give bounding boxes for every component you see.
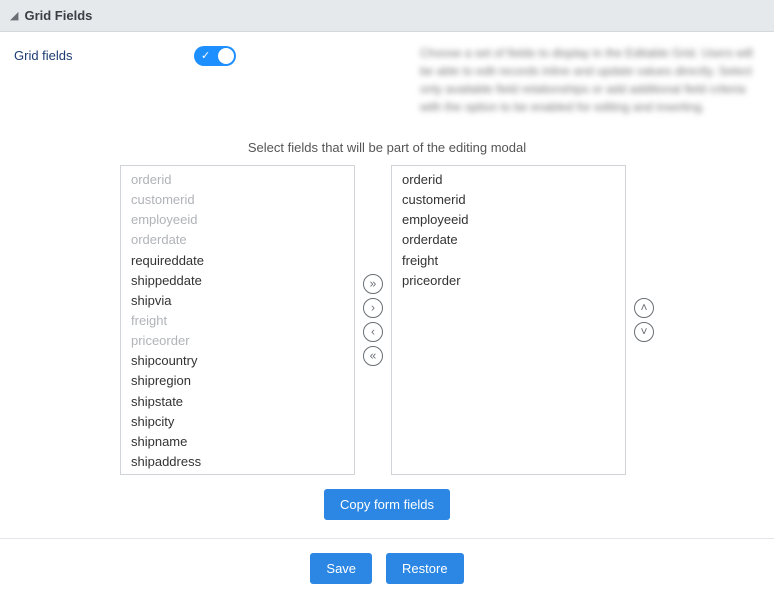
remove-all-button[interactable]: «: [363, 346, 383, 366]
restore-button[interactable]: Restore: [386, 553, 464, 584]
list-item[interactable]: shippeddate: [129, 271, 346, 291]
section-content: Grid fields Choose a set of fields to di…: [0, 32, 774, 538]
order-controls: ˄ ˅: [634, 298, 654, 342]
list-item: orderid: [129, 170, 346, 190]
selected-fields-list[interactable]: orderidcustomeridemployeeidorderdatefrei…: [391, 165, 626, 475]
move-up-button[interactable]: ˄: [634, 298, 654, 318]
remove-button[interactable]: ‹: [363, 322, 383, 342]
toggle-label: Grid fields: [14, 44, 174, 63]
toggle-wrap: [194, 44, 236, 69]
chevron-left-icon: ‹: [371, 326, 375, 338]
chevron-down-icon: ˅: [640, 326, 647, 338]
add-all-button[interactable]: »: [363, 274, 383, 294]
available-fields-list[interactable]: orderidcustomeridemployeeidorderdaterequ…: [120, 165, 355, 475]
section-title: Grid Fields: [24, 8, 92, 23]
list-item: freight: [129, 311, 346, 331]
chevron-double-left-icon: «: [370, 350, 377, 362]
save-button[interactable]: Save: [310, 553, 372, 584]
footer-actions: Save Restore: [0, 538, 774, 598]
list-item: priceorder: [129, 331, 346, 351]
list-item: orderdate: [129, 230, 346, 250]
list-item[interactable]: shipregion: [129, 371, 346, 391]
chevron-double-right-icon: »: [370, 278, 377, 290]
copy-row: Copy form fields: [14, 489, 760, 520]
list-item[interactable]: shipcountry: [129, 351, 346, 371]
chevron-right-icon: ›: [371, 302, 375, 314]
list-item[interactable]: orderid: [400, 170, 617, 190]
list-item[interactable]: customerid: [400, 190, 617, 210]
picker-subtitle: Select fields that will be part of the e…: [14, 140, 760, 155]
list-item[interactable]: shipcity: [129, 412, 346, 432]
list-item[interactable]: freight: [400, 251, 617, 271]
toggle-row: Grid fields Choose a set of fields to di…: [14, 44, 760, 116]
add-button[interactable]: ›: [363, 298, 383, 318]
list-item[interactable]: orderdate: [400, 230, 617, 250]
list-item[interactable]: priceorder: [400, 271, 617, 291]
list-item[interactable]: shipstate: [129, 392, 346, 412]
list-item: employeeid: [129, 210, 346, 230]
list-item[interactable]: shippostalcode: [129, 472, 346, 475]
description-text: Choose a set of fields to display in the…: [420, 44, 760, 116]
grid-fields-toggle[interactable]: [194, 46, 236, 66]
transfer-controls: » › ‹ «: [363, 274, 383, 366]
list-item[interactable]: requireddate: [129, 251, 346, 271]
section-header: ◢ Grid Fields: [0, 0, 774, 32]
list-item[interactable]: shipvia: [129, 291, 346, 311]
list-item: customerid: [129, 190, 346, 210]
list-item[interactable]: employeeid: [400, 210, 617, 230]
collapse-icon[interactable]: ◢: [10, 9, 18, 22]
move-down-button[interactable]: ˅: [634, 322, 654, 342]
copy-form-fields-button[interactable]: Copy form fields: [324, 489, 450, 520]
chevron-up-icon: ˄: [640, 302, 647, 314]
dual-listbox: orderidcustomeridemployeeidorderdaterequ…: [14, 165, 760, 475]
list-item[interactable]: shipaddress: [129, 452, 346, 472]
list-item[interactable]: shipname: [129, 432, 346, 452]
